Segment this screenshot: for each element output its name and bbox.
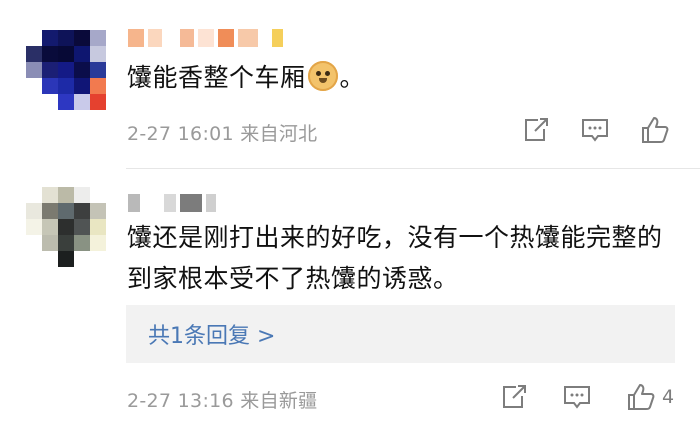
thumbs-up-icon bbox=[628, 384, 655, 410]
comment-icon bbox=[582, 119, 608, 142]
comment-text-body: 馕能香整个车厢 bbox=[127, 63, 306, 92]
share-icon bbox=[525, 118, 548, 141]
like-count: 4 bbox=[662, 386, 675, 408]
comment-icon bbox=[564, 386, 590, 409]
comment-meta: 2-27 16:01 来自河北 bbox=[127, 119, 317, 146]
comment-item: 馕能香整个车厢 。 2-27 16:01 来自河北 bbox=[0, 0, 700, 170]
thumbs-up-icon bbox=[642, 117, 669, 143]
comment-button[interactable] bbox=[563, 384, 591, 410]
comment-item: 馕还是刚打出来的好吃，没有一个热馕能完整的到家根本受不了热馕的诱惑。 共1条回复… bbox=[0, 170, 700, 425]
avatar[interactable] bbox=[26, 30, 106, 110]
comment-time: 13:16 bbox=[177, 390, 234, 412]
comment-text-suffix: 。 bbox=[339, 63, 366, 92]
comment-button[interactable] bbox=[581, 117, 609, 143]
comment-meta: 2-27 13:16 来自新疆 bbox=[127, 386, 317, 413]
comment-actions: 4 bbox=[500, 380, 674, 414]
divider bbox=[126, 168, 700, 169]
share-icon bbox=[503, 385, 526, 408]
like-button[interactable]: 4 bbox=[626, 383, 674, 411]
comment-location: 来自河北 bbox=[240, 123, 318, 145]
comment-date: 2-27 bbox=[127, 390, 172, 412]
username-redacted[interactable] bbox=[128, 192, 216, 214]
doge-emoji-icon bbox=[307, 61, 338, 91]
share-button[interactable] bbox=[500, 384, 528, 410]
username-redacted[interactable] bbox=[128, 27, 283, 49]
comment-text: 馕还是刚打出来的好吃，没有一个热馕能完整的到家根本受不了热馕的诱惑。 bbox=[127, 223, 663, 293]
comment-date: 2-27 bbox=[127, 123, 172, 145]
comment-time: 16:01 bbox=[177, 123, 234, 145]
replies-link[interactable]: 共1条回复 > bbox=[126, 305, 675, 363]
avatar[interactable] bbox=[26, 187, 106, 267]
share-button[interactable] bbox=[522, 117, 550, 143]
comment-location: 来自新疆 bbox=[240, 390, 318, 412]
comment-actions bbox=[522, 113, 676, 147]
like-button[interactable] bbox=[640, 116, 676, 144]
comment-text: 馕能香整个车厢 。 bbox=[127, 57, 680, 98]
